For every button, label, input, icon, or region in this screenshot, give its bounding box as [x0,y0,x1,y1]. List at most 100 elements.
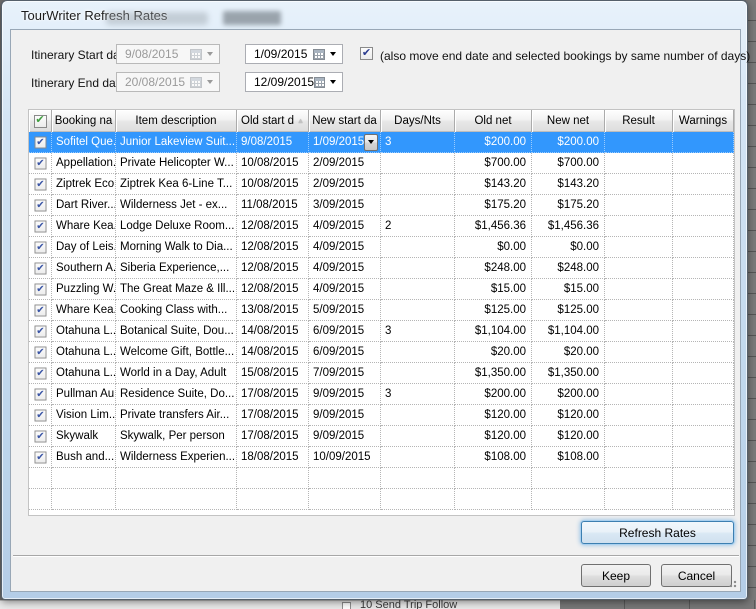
row-select-checkbox[interactable] [34,178,46,190]
booking-row[interactable]: Ziptrek Eco...Ziptrek Kea 6-Line T...10/… [29,174,734,195]
cell-text: Residence Suite, Do... [120,388,234,400]
cell-select[interactable] [29,342,52,363]
move-dates-checkbox[interactable] [360,47,373,60]
empty-cell [455,489,532,510]
booking-row[interactable]: Puzzling W...The Great Maze & Ill...12/0… [29,279,734,300]
column-header-new_net[interactable]: New net [532,110,605,132]
cell-text: 13/08/2015 [241,304,299,316]
row-select-checkbox[interactable] [34,367,46,379]
new-end-datepicker[interactable]: 12/09/2015 [245,72,343,92]
booking-row[interactable]: Day of Leis...Morning Walk to Dia...12/0… [29,237,734,258]
new-start-datepicker[interactable]: 1/09/2015 [245,44,343,64]
row-select-checkbox[interactable] [34,430,46,442]
cell-select[interactable] [29,384,52,405]
row-select-checkbox[interactable] [34,136,46,148]
cell-old_net: $20.00 [455,342,532,363]
row-select-checkbox[interactable] [34,241,46,253]
booking-row[interactable]: Otahuna L...World in a Day, Adult15/08/2… [29,363,734,384]
booking-row[interactable]: Dart River...Wilderness Jet - ex...11/08… [29,195,734,216]
cell-text: $1,350.00 [475,367,526,379]
cell-text: World in a Day, Adult [120,367,226,379]
row-select-checkbox[interactable] [34,388,46,400]
chevron-down-icon[interactable] [330,52,336,56]
booking-row[interactable]: Otahuna L...Botanical Suite, Dou...14/08… [29,321,734,342]
booking-row[interactable]: Whare Kea...Cooking Class with...13/08/2… [29,300,734,321]
cell-result [605,447,673,468]
cell-booking: Southern A... [52,258,116,279]
cell-old_start: 14/08/2015 [237,321,309,342]
cell-select[interactable] [29,405,52,426]
cell-text: $15.00 [491,283,526,295]
row-select-checkbox[interactable] [34,283,46,295]
column-header-old_net[interactable]: Old net [455,110,532,132]
cell-warnings [673,216,734,237]
column-header-new_start[interactable]: New start da [309,110,381,132]
keep-button[interactable]: Keep [581,564,651,587]
cell-select[interactable] [29,300,52,321]
cancel-button[interactable]: Cancel [661,564,732,587]
cell-days [381,279,455,300]
booking-row[interactable]: Sofitel Que...Junior Lakeview Suit...9/0… [29,132,734,153]
row-select-checkbox[interactable] [34,157,46,169]
booking-row[interactable]: Otahuna L...Welcome Gift, Bottle...14/08… [29,342,734,363]
refresh-rates-button[interactable]: Refresh Rates [581,521,734,544]
title-bar[interactable]: TourWriter Refresh Rates [2,1,747,29]
booking-row[interactable]: Whare Kea...Lodge Deluxe Room...12/08/20… [29,216,734,237]
booking-row[interactable]: Bush and...Wilderness Experien...18/08/2… [29,447,734,468]
cell-old_net: $125.00 [455,300,532,321]
row-select-checkbox[interactable] [34,262,46,274]
background-panel [0,600,560,609]
cell-item: Siberia Experience,... [116,258,237,279]
select-all-checkbox[interactable] [34,115,47,128]
column-header-old_start[interactable]: Old start d▲ [237,110,309,132]
row-select-checkbox[interactable] [34,220,46,232]
empty-cell [605,489,673,510]
chevron-down-icon[interactable] [330,80,336,84]
cell-select[interactable] [29,426,52,447]
cell-select[interactable] [29,216,52,237]
cell-text: 15/08/2015 [241,367,299,379]
cell-text: Pullman Au... [56,388,116,400]
row-select-checkbox[interactable] [34,409,46,421]
cell-select[interactable] [29,153,52,174]
cell-text: 4/09/2015 [313,283,364,295]
row-select-checkbox[interactable] [34,304,46,316]
cell-select[interactable] [29,447,52,468]
row-select-checkbox[interactable] [34,325,46,337]
row-select-checkbox[interactable] [34,346,46,358]
booking-row[interactable]: Southern A...Siberia Experience,...12/08… [29,258,734,279]
cell-select[interactable] [29,237,52,258]
cell-select[interactable] [29,258,52,279]
column-header-warnings[interactable]: Warnings [673,110,734,132]
cell-old_start: 13/08/2015 [237,300,309,321]
column-header-booking[interactable]: Booking na [52,110,116,132]
cell-new_start: 3/09/2015 [309,195,381,216]
row-select-checkbox[interactable] [34,199,46,211]
column-header-select[interactable] [29,110,52,132]
column-header-result[interactable]: Result [605,110,673,132]
column-header-days[interactable]: Days/Nts [381,110,455,132]
date-dropdown-button[interactable] [364,134,378,151]
cell-select[interactable] [29,279,52,300]
cell-text: $175.20 [557,199,599,211]
cell-new_net: $125.00 [532,300,605,321]
row-select-checkbox[interactable] [34,451,46,463]
cell-select[interactable] [29,321,52,342]
empty-cell [673,468,734,489]
booking-row[interactable]: Appellation...Private Helicopter W...10/… [29,153,734,174]
itinerary-end-label: Itinerary End date [31,76,126,90]
cell-select[interactable] [29,195,52,216]
cell-warnings [673,426,734,447]
column-header-item[interactable]: Item description [116,110,237,132]
cell-old_net: $1,104.00 [455,321,532,342]
booking-row[interactable]: Vision Lim...Private transfers Air...17/… [29,405,734,426]
cell-result [605,237,673,258]
cell-text: $175.20 [484,199,526,211]
cell-select[interactable] [29,132,52,153]
booking-row[interactable]: Pullman Au...Residence Suite, Do...17/08… [29,384,734,405]
resize-grip-icon[interactable] [727,578,737,588]
cell-text: $248.00 [484,262,526,274]
cell-select[interactable] [29,363,52,384]
booking-row[interactable]: SkywalkSkywalk, Per person17/08/20159/09… [29,426,734,447]
cell-select[interactable] [29,174,52,195]
